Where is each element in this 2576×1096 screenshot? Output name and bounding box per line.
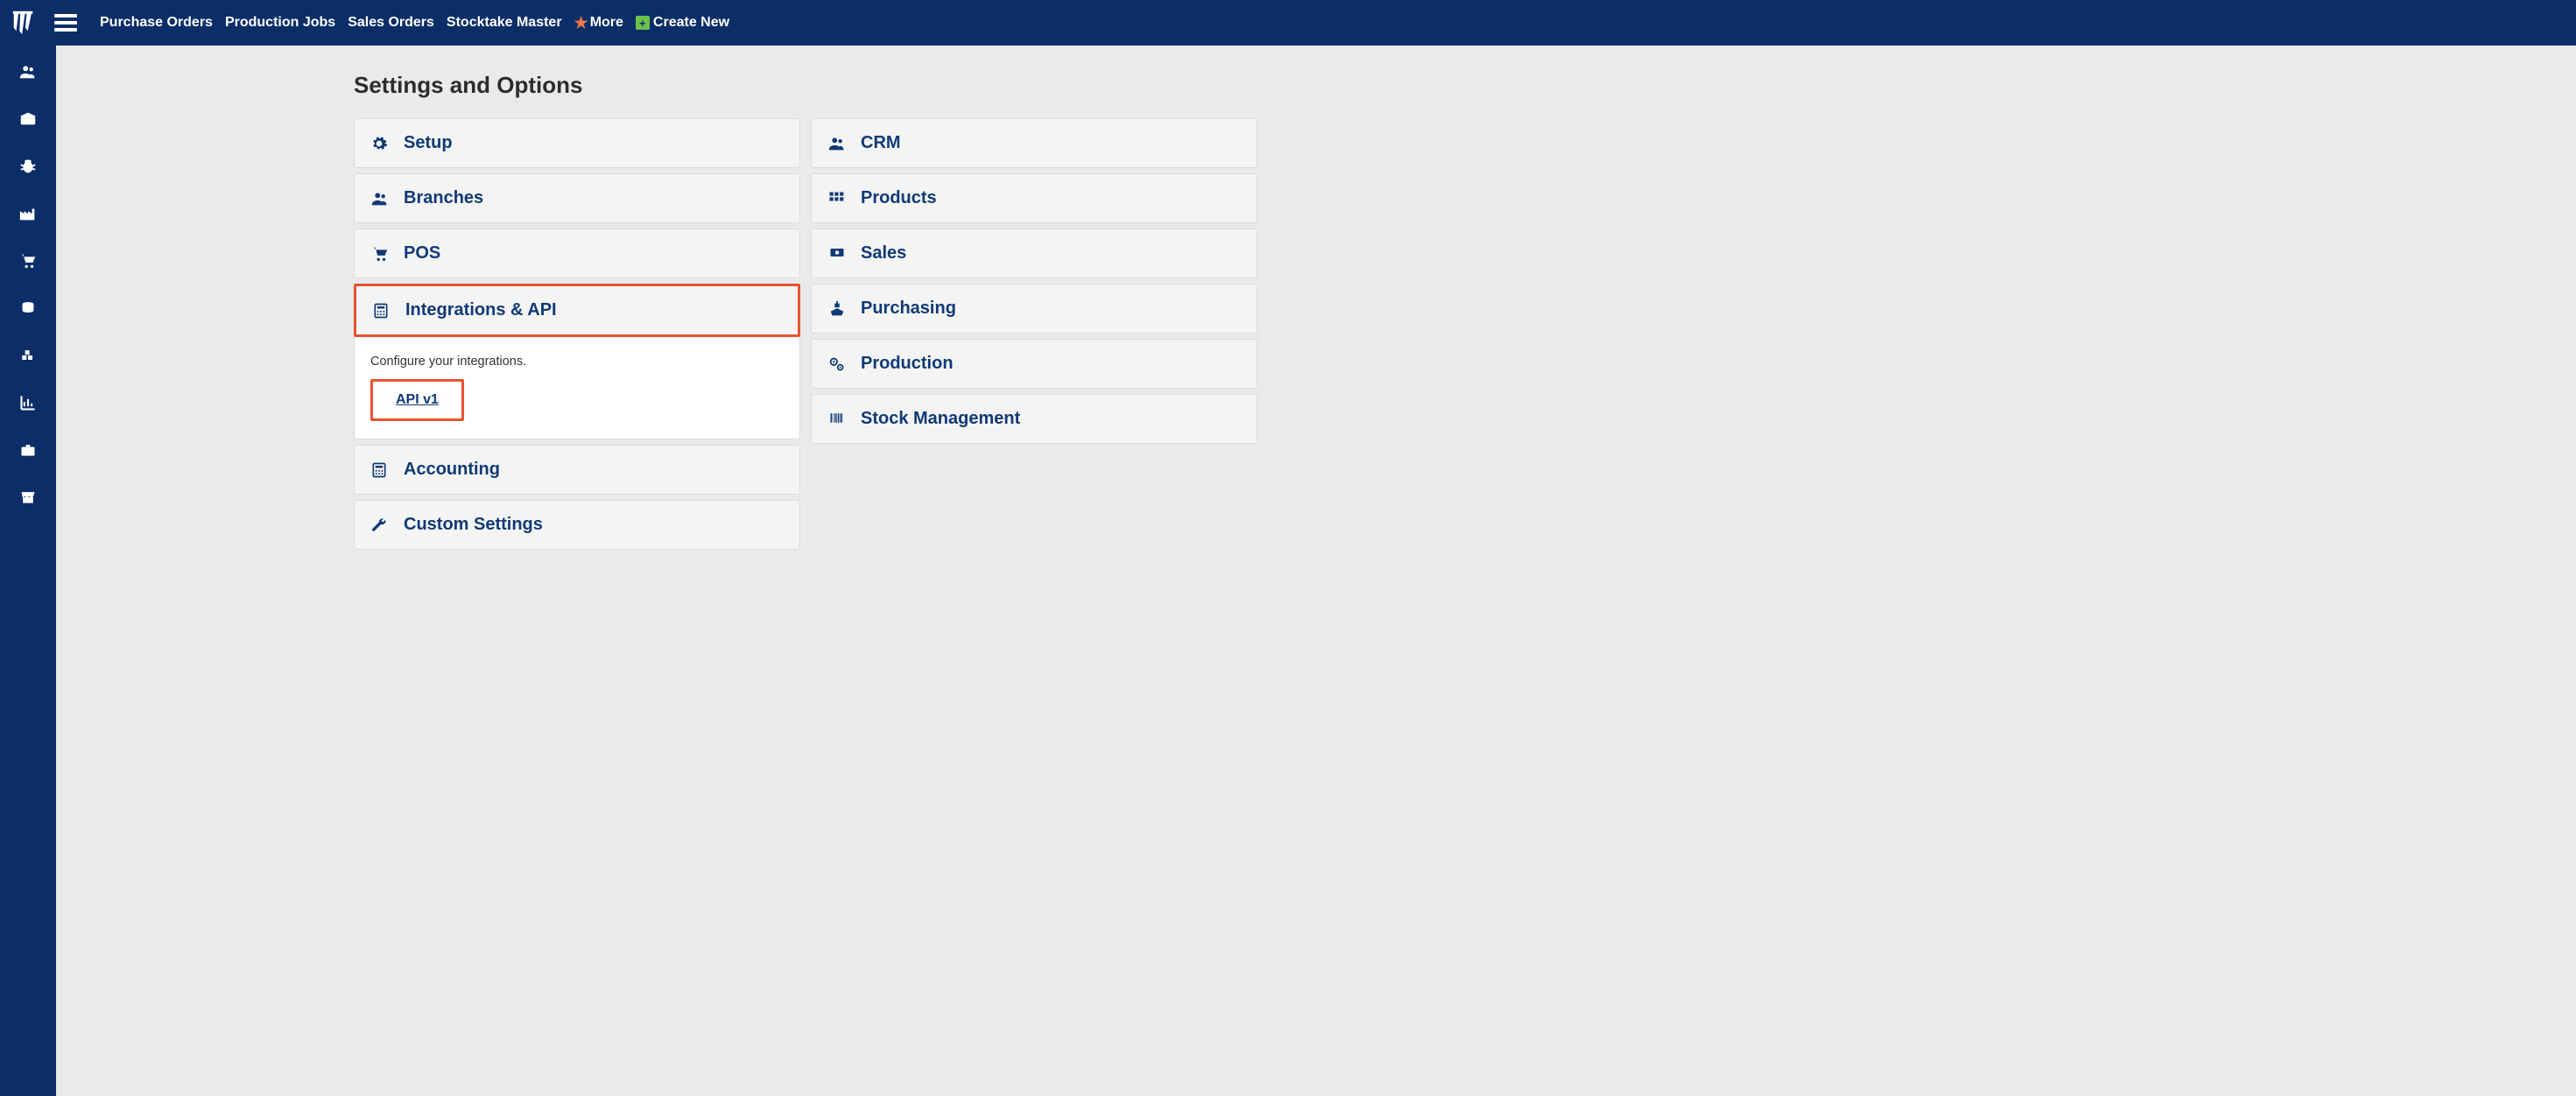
page-title: Settings and Options bbox=[354, 72, 2550, 99]
card-integrations-label: Integrations & API bbox=[405, 300, 557, 320]
gear-icon bbox=[370, 135, 390, 152]
card-products-label: Products bbox=[861, 188, 937, 208]
integrations-description: Configure your integrations. bbox=[370, 355, 784, 369]
card-crm-label: CRM bbox=[861, 133, 901, 153]
card-setup[interactable]: Setup bbox=[354, 118, 800, 168]
card-setup-label: Setup bbox=[404, 133, 453, 153]
top-nav: Purchase Orders Production Jobs Sales Or… bbox=[0, 0, 2576, 46]
hamburger-menu-icon[interactable] bbox=[54, 14, 77, 32]
star-icon: ★ bbox=[574, 14, 588, 32]
nav-more-label: More bbox=[590, 15, 623, 31]
link-api-v1[interactable]: API v1 bbox=[370, 379, 464, 421]
nav-link-stocktake-master[interactable]: Stocktake Master bbox=[447, 15, 562, 31]
app-logo-icon[interactable] bbox=[11, 10, 37, 36]
card-stock-management[interactable]: Stock Management bbox=[811, 394, 1257, 444]
calculator-icon bbox=[372, 302, 391, 320]
grid-icon bbox=[827, 190, 847, 207]
sidebar-bug-icon[interactable] bbox=[18, 156, 39, 177]
logo-block bbox=[11, 10, 77, 36]
wrench-icon bbox=[370, 516, 390, 534]
sidebar-industry-icon[interactable] bbox=[18, 203, 39, 224]
card-pos[interactable]: POS bbox=[354, 228, 800, 278]
nav-create-label: Create New bbox=[653, 15, 729, 31]
barcode-icon bbox=[827, 411, 847, 427]
settings-left-column: Setup Branches POS Integrations & API bbox=[354, 118, 800, 550]
card-production-label: Production bbox=[861, 354, 954, 374]
settings-right-column: CRM Products Sales Purchasing bbox=[811, 118, 1257, 550]
card-stock-management-label: Stock Management bbox=[861, 409, 1020, 429]
cart-icon bbox=[370, 244, 390, 263]
users-icon bbox=[827, 134, 847, 153]
left-sidebar bbox=[0, 46, 56, 1096]
gears-icon bbox=[827, 355, 847, 374]
card-products[interactable]: Products bbox=[811, 173, 1257, 223]
card-branches[interactable]: Branches bbox=[354, 173, 800, 223]
integrations-expanded-panel: Configure your integrations. API v1 bbox=[354, 337, 800, 439]
sidebar-coins-icon[interactable] bbox=[18, 298, 39, 319]
sidebar-warehouse-icon[interactable] bbox=[18, 345, 39, 366]
plus-icon: + bbox=[636, 16, 650, 30]
top-nav-links: Purchase Orders Production Jobs Sales Or… bbox=[100, 14, 729, 32]
sidebar-crm-icon[interactable] bbox=[18, 61, 39, 82]
card-production[interactable]: Production bbox=[811, 339, 1257, 389]
card-accounting[interactable]: Accounting bbox=[354, 445, 800, 495]
settings-columns: Setup Branches POS Integrations & API bbox=[354, 118, 2550, 550]
card-accounting-label: Accounting bbox=[404, 460, 500, 480]
card-sales[interactable]: Sales bbox=[811, 228, 1257, 278]
nav-link-create-new[interactable]: +Create New bbox=[636, 15, 729, 31]
card-custom-settings[interactable]: Custom Settings bbox=[354, 500, 800, 550]
sidebar-store-icon[interactable] bbox=[18, 487, 39, 508]
card-crm[interactable]: CRM bbox=[811, 118, 1257, 168]
nav-link-sales-orders[interactable]: Sales Orders bbox=[348, 15, 434, 31]
nav-link-more[interactable]: ★More bbox=[574, 14, 623, 32]
ship-icon bbox=[827, 299, 847, 319]
sidebar-chart-icon[interactable] bbox=[18, 392, 39, 413]
nav-link-production-jobs[interactable]: Production Jobs bbox=[225, 15, 335, 31]
card-sales-label: Sales bbox=[861, 243, 906, 263]
users-icon bbox=[370, 189, 390, 208]
sidebar-briefcase-icon[interactable] bbox=[18, 439, 39, 460]
card-purchasing[interactable]: Purchasing bbox=[811, 284, 1257, 334]
card-purchasing-label: Purchasing bbox=[861, 299, 956, 319]
card-pos-label: POS bbox=[404, 243, 440, 263]
sidebar-products-icon[interactable] bbox=[18, 109, 39, 130]
card-branches-label: Branches bbox=[404, 188, 483, 208]
money-icon bbox=[827, 246, 847, 262]
calculator-icon bbox=[370, 461, 390, 479]
card-custom-settings-label: Custom Settings bbox=[404, 515, 543, 535]
card-integrations[interactable]: Integrations & API bbox=[354, 284, 800, 337]
sidebar-cart-icon[interactable] bbox=[18, 250, 39, 271]
main-content: Settings and Options Setup Branches P bbox=[56, 46, 2576, 1096]
nav-link-purchase-orders[interactable]: Purchase Orders bbox=[100, 15, 213, 31]
